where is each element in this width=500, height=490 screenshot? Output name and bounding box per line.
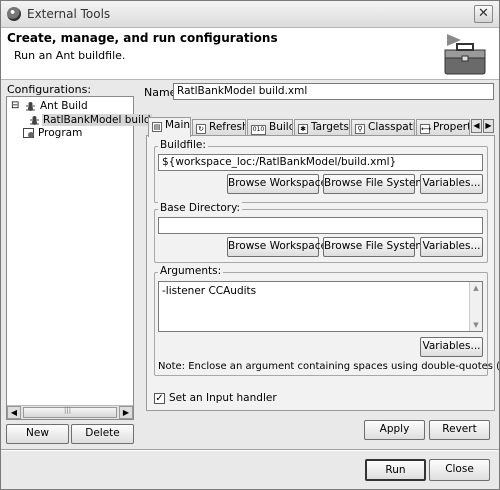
base-directory-field[interactable] [158, 217, 483, 234]
revert-button[interactable]: Revert [429, 420, 490, 440]
tab-refresh[interactable]: ↻ Refresh [192, 119, 246, 136]
arguments-text: -listener CCAudits [162, 285, 257, 297]
buildfile-label: Buildfile: [158, 139, 208, 151]
classpath-icon: ⚲ [355, 124, 365, 134]
tab-label: Properties [433, 121, 469, 133]
base-directory-label: Base Directory: [158, 202, 243, 214]
targets-icon: ✱ [298, 124, 308, 134]
grip-icon: ||| [64, 406, 72, 414]
close-button[interactable]: Close [429, 459, 490, 481]
tab-strip: ▤ Main ↻ Refresh 010 Build ✱ Targets ⚲ Classp… [146, 117, 495, 137]
scroll-left-icon[interactable]: ◀ [7, 406, 21, 419]
arguments-textarea[interactable]: -listener CCAudits ▲ ▼ [158, 281, 483, 332]
banner-subtitle: Run an Ant buildfile. [14, 49, 126, 62]
eclipse-icon [7, 7, 21, 21]
tree-item-ratlbankmodel-build[interactable]: RatlBankModel build [27, 114, 152, 128]
arguments-group: Arguments: -listener CCAudits ▲ ▼ Variab… [154, 265, 500, 376]
tab-label: Build [269, 121, 293, 133]
scroll-thumb[interactable]: ||| [23, 406, 117, 418]
properties-icon: ⟷ [420, 124, 432, 134]
buildfile-browse-workspace-button[interactable]: Browse Workspace... [227, 174, 337, 194]
tab-scroll-left-icon[interactable]: ◀ [471, 119, 482, 133]
tree-horizontal-scrollbar[interactable]: ◀ ||| ▶ [7, 405, 133, 419]
delete-button[interactable]: Delete [71, 424, 134, 444]
apply-button[interactable]: Apply [364, 420, 425, 440]
configurations-tree[interactable]: ⊟ Ant Build RatlBankModel build Program … [6, 96, 152, 420]
toolbox-icon [444, 34, 486, 75]
tab-label: Refresh [209, 121, 246, 133]
program-icon [23, 128, 34, 138]
basedir-variables-button[interactable]: Variables... [420, 237, 483, 257]
header-banner: Create, manage, and run configurations R… [1, 28, 499, 80]
tab-label: Classpath [368, 121, 415, 133]
close-icon[interactable]: ✕ [474, 5, 493, 23]
banner-heading: Create, manage, and run configurations [7, 31, 278, 45]
arguments-label: Arguments: [158, 265, 224, 277]
footer-separator [1, 449, 499, 451]
tree-item-label: Ant Build [40, 100, 88, 112]
main-tab-icon: ▤ [152, 122, 162, 132]
buildfile-group: Buildfile: ${workspace_loc:/RatlBankMode… [154, 139, 488, 203]
buildfile-variables-button[interactable]: Variables... [420, 174, 483, 194]
main-tab-panel: Buildfile: ${workspace_loc:/RatlBankMode… [146, 135, 500, 411]
run-button[interactable]: Run [365, 459, 426, 481]
ant-file-icon [30, 116, 39, 125]
tab-label: Targets [311, 121, 349, 133]
basedir-browse-file-system-button[interactable]: Browse File System... [323, 237, 436, 257]
buildfile-field[interactable]: ${workspace_loc:/RatlBankModel/build.xml… [158, 154, 483, 171]
scroll-down-icon[interactable]: ▼ [470, 319, 482, 331]
buildfile-browse-file-system-button[interactable]: Browse File System... [323, 174, 436, 194]
build-icon: 010 [251, 125, 266, 135]
refresh-icon: ↻ [196, 124, 206, 134]
ant-icon [26, 102, 35, 111]
tab-main[interactable]: ▤ Main [148, 117, 191, 137]
arguments-vertical-scrollbar[interactable]: ▲ ▼ [469, 282, 482, 331]
tab-classpath[interactable]: ⚲ Classpath [351, 119, 415, 136]
base-directory-group: Base Directory: Browse Workspace... Brow… [154, 202, 488, 263]
collapse-icon[interactable]: ⊟ [11, 100, 19, 111]
input-handler-checkbox[interactable]: ✓ [154, 393, 165, 404]
tab-properties[interactable]: ⟷Properties [416, 119, 470, 136]
tab-scroll-right-icon[interactable]: ▶ [483, 119, 494, 133]
tree-item-program[interactable]: Program [23, 127, 123, 141]
tree-item-label: Program [38, 127, 83, 139]
name-field[interactable]: RatlBankModel build.xml [173, 83, 494, 100]
scroll-up-icon[interactable]: ▲ [470, 282, 482, 294]
tab-targets[interactable]: ✱ Targets [294, 119, 350, 136]
external-tools-dialog: External Tools ✕ Create, manage, and run… [0, 0, 500, 490]
tab-label: Main [165, 119, 191, 131]
scroll-right-icon[interactable]: ▶ [119, 406, 133, 419]
tree-item-label: RatlBankModel build [42, 114, 152, 126]
basedir-browse-workspace-button[interactable]: Browse Workspace... [227, 237, 337, 257]
arguments-variables-button[interactable]: Variables... [420, 337, 483, 357]
arguments-note: Note: Enclose an argument containing spa… [158, 361, 500, 372]
new-button[interactable]: New [6, 424, 69, 444]
window-title: External Tools [27, 7, 111, 21]
tree-item-ant-build[interactable]: ⊟ Ant Build [11, 100, 131, 114]
tab-build[interactable]: 010 Build [247, 119, 293, 136]
title-bar: External Tools ✕ [1, 1, 499, 28]
configurations-label: Configurations: [7, 83, 92, 96]
input-handler-label: Set an Input handler [169, 392, 277, 404]
